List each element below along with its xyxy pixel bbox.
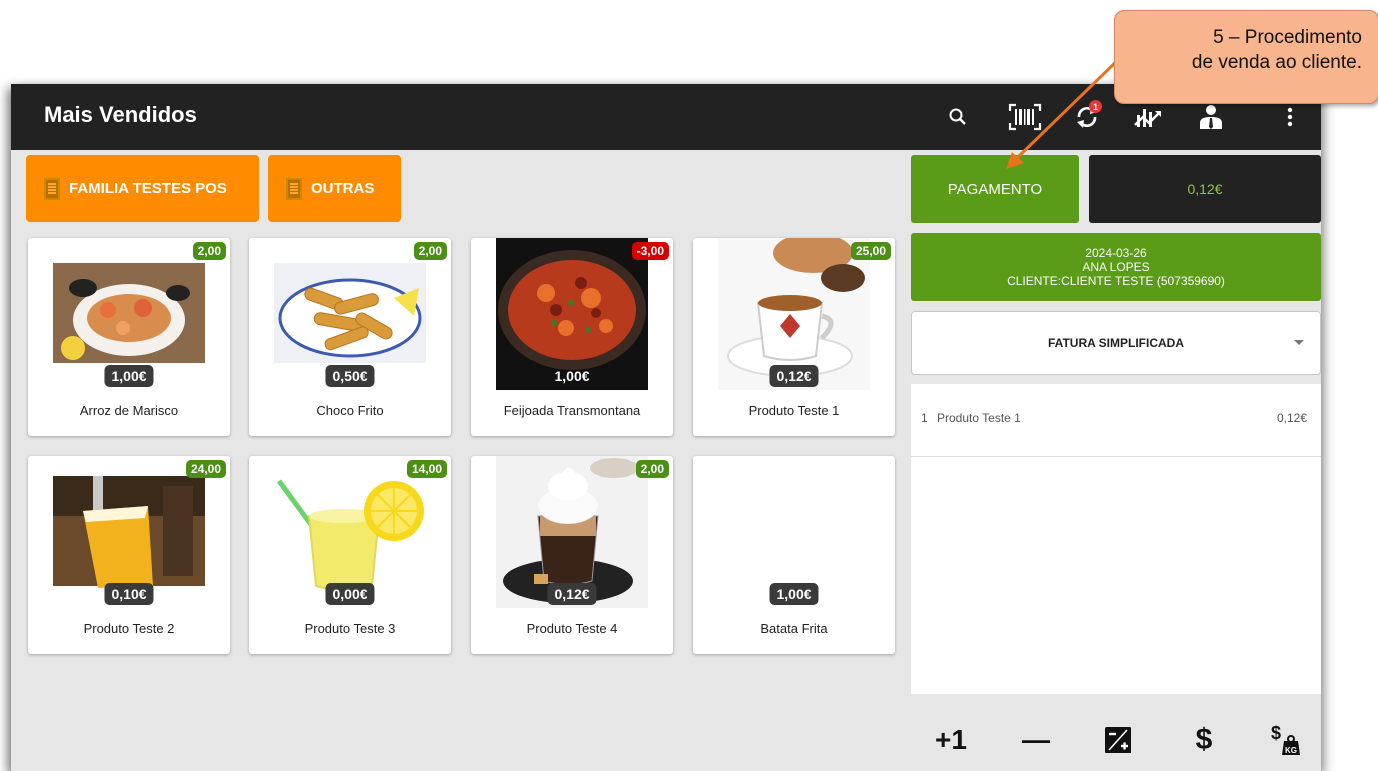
annotation-callout: 5 – Procedimento de venda ao cliente.: [1114, 10, 1378, 104]
callout-line-2: de venda ao cliente.: [1191, 52, 1362, 73]
callout-arrow: [1006, 56, 1122, 169]
callout-line-1: 5 – Procedimento: [1213, 27, 1362, 48]
